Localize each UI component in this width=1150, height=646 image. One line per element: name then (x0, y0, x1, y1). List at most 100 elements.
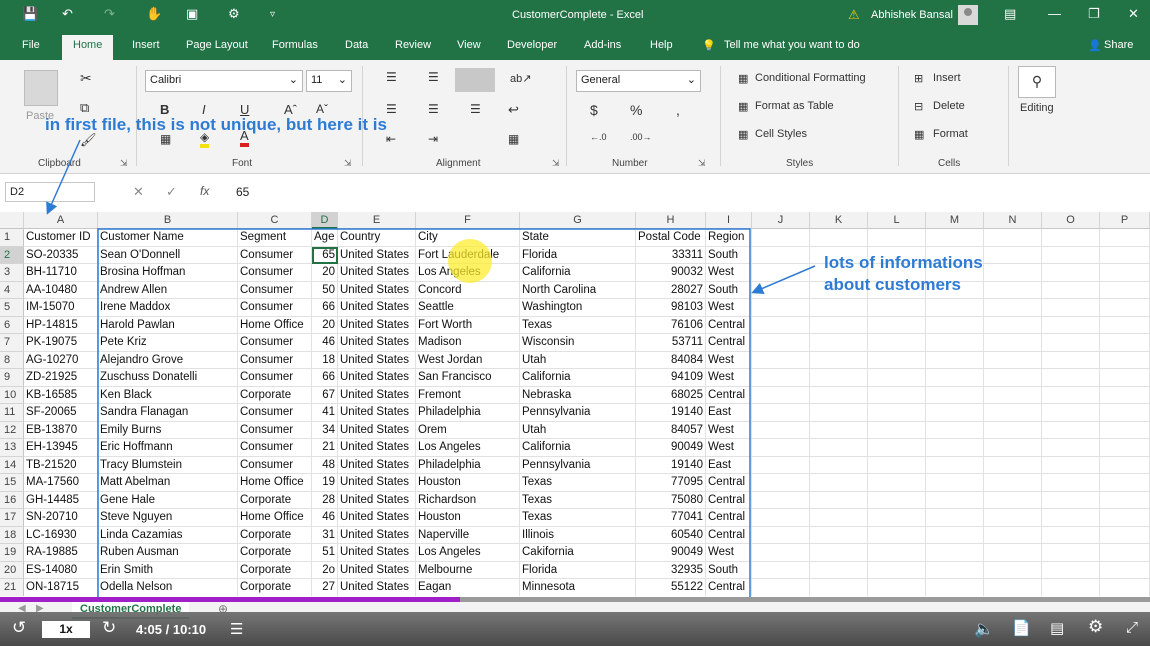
enter-icon[interactable]: ✓ (166, 184, 177, 200)
table-cell[interactable]: 18 (312, 351, 338, 369)
table-cell[interactable]: 66 (312, 369, 338, 387)
table-cell[interactable]: Corporate (238, 579, 312, 596)
table-cell[interactable] (868, 456, 926, 474)
avatar[interactable] (958, 5, 978, 25)
table-cell[interactable]: Central (706, 579, 752, 596)
column-header-o[interactable]: O (1042, 212, 1100, 229)
table-cell[interactable] (868, 421, 926, 439)
table-cell[interactable] (1100, 439, 1150, 457)
table-cell[interactable] (752, 246, 810, 264)
table-cell[interactable] (752, 509, 810, 527)
table-cell[interactable] (1100, 246, 1150, 264)
table-cell[interactable]: South (706, 561, 752, 579)
clipboard-launcher-icon[interactable]: ⇲ (120, 158, 128, 169)
table-cell[interactable] (810, 351, 868, 369)
table-cell[interactable] (1100, 386, 1150, 404)
table-cell[interactable] (752, 439, 810, 457)
table-cell[interactable]: 19 (312, 474, 338, 492)
table-cell[interactable] (1042, 264, 1100, 282)
table-cell[interactable] (752, 526, 810, 544)
table-cell[interactable]: West (706, 421, 752, 439)
table-cell[interactable]: 84057 (636, 421, 706, 439)
table-cell[interactable] (752, 491, 810, 509)
conditional-formatting-icon[interactable]: ▦ (738, 72, 748, 85)
column-header-a[interactable]: A (24, 212, 98, 229)
table-cell[interactable]: AA-10480 (24, 281, 98, 299)
table-cell[interactable]: EH-13945 (24, 439, 98, 457)
table-cell[interactable]: Consumer (238, 299, 312, 317)
row-header[interactable]: 1 (0, 229, 24, 247)
table-cell[interactable] (1042, 299, 1100, 317)
table-cell[interactable]: SO-20335 (24, 246, 98, 264)
user-name[interactable]: Abhishek Bansal (871, 9, 953, 21)
table-cell[interactable] (810, 491, 868, 509)
table-cell[interactable]: 67 (312, 386, 338, 404)
row-header[interactable]: 3 (0, 264, 24, 282)
table-cell[interactable]: 90049 (636, 544, 706, 562)
table-cell[interactable] (1100, 351, 1150, 369)
column-header-m[interactable]: M (926, 212, 984, 229)
table-cell[interactable] (984, 474, 1042, 492)
table-cell[interactable] (926, 351, 984, 369)
table-cell[interactable]: Concord (416, 281, 520, 299)
column-header-k[interactable]: K (810, 212, 868, 229)
table-cell[interactable]: United States (338, 526, 416, 544)
table-cell[interactable]: West (706, 544, 752, 562)
table-cell[interactable]: HP-14815 (24, 316, 98, 334)
table-cell[interactable]: Naperville (416, 526, 520, 544)
top-align-icon[interactable]: ☰ (386, 70, 397, 84)
increase-indent-icon[interactable]: ⇥ (428, 132, 438, 146)
table-cell[interactable] (810, 386, 868, 404)
table-cell[interactable] (926, 404, 984, 422)
table-cell[interactable]: Irene Maddox (98, 299, 238, 317)
tab-developer[interactable]: Developer (507, 39, 557, 51)
tab-insert[interactable]: Insert (132, 39, 160, 51)
insert-function-button[interactable]: fx (200, 184, 209, 198)
bottom-align-button[interactable] (455, 68, 495, 92)
table-cell[interactable]: 46 (312, 509, 338, 527)
row-header[interactable]: 21 (0, 579, 24, 596)
transcript-icon[interactable]: 📄 (1012, 619, 1031, 637)
ribbon-display-icon[interactable]: ▤ (1004, 6, 1016, 22)
screen-icon[interactable]: ▣ (186, 6, 198, 22)
playlist-icon[interactable]: ☰ (230, 620, 243, 638)
table-cell[interactable] (752, 386, 810, 404)
table-cell[interactable] (926, 509, 984, 527)
wrap-text-icon[interactable]: ↩ (508, 102, 519, 118)
table-cell[interactable] (1100, 281, 1150, 299)
table-cell[interactable] (752, 351, 810, 369)
table-cell[interactable] (926, 334, 984, 352)
customize-toolbar-icon[interactable]: ▿ (270, 9, 275, 20)
redo-icon[interactable]: ↷ (104, 6, 115, 22)
table-cell[interactable] (752, 579, 810, 596)
number-format-select[interactable]: General ⌄ (576, 70, 701, 92)
table-cell[interactable]: United States (338, 386, 416, 404)
tab-page-layout[interactable]: Page Layout (186, 39, 248, 51)
table-cell[interactable]: Philadelphia (416, 456, 520, 474)
share-icon[interactable]: 👤 (1088, 39, 1102, 52)
table-cell[interactable]: Corporate (238, 386, 312, 404)
delete-cells-button[interactable]: Delete (933, 100, 965, 112)
table-cell[interactable]: 75080 (636, 491, 706, 509)
table-cell[interactable]: United States (338, 456, 416, 474)
row-header[interactable]: 5 (0, 299, 24, 317)
table-cell[interactable] (984, 264, 1042, 282)
table-cell[interactable] (926, 421, 984, 439)
table-cell[interactable] (984, 439, 1042, 457)
table-cell[interactable]: South (706, 281, 752, 299)
table-cell[interactable]: Sandra Flanagan (98, 404, 238, 422)
table-cell[interactable]: United States (338, 281, 416, 299)
header-cell[interactable] (1100, 229, 1150, 247)
table-cell[interactable] (926, 526, 984, 544)
percent-icon[interactable]: % (630, 102, 642, 118)
table-cell[interactable]: Consumer (238, 456, 312, 474)
table-cell[interactable]: 90049 (636, 439, 706, 457)
table-cell[interactable]: Pennsylvania (520, 404, 636, 422)
table-cell[interactable]: 77095 (636, 474, 706, 492)
table-cell[interactable]: Andrew Allen (98, 281, 238, 299)
forward-icon[interactable]: ↻ (102, 618, 116, 638)
table-cell[interactable]: United States (338, 264, 416, 282)
table-cell[interactable] (868, 386, 926, 404)
table-cell[interactable] (752, 299, 810, 317)
header-cell[interactable]: Country (338, 229, 416, 247)
